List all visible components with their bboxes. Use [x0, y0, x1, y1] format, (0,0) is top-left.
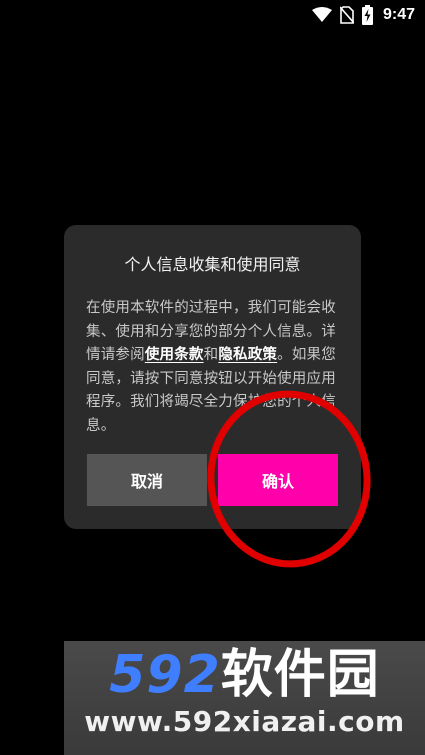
battery-charging-icon [361, 5, 373, 25]
watermark-logo: 592软件园 [64, 645, 425, 705]
wifi-icon [311, 7, 332, 23]
confirm-button[interactable]: 确认 [218, 454, 338, 506]
watermark-logo-number: 592 [109, 645, 221, 705]
consent-dialog: 个人信息收集和使用同意 在使用本软件的过程中，我们可能会收集、使用和分享您的部分… [64, 225, 361, 529]
cancel-button[interactable]: 取消 [87, 454, 207, 506]
watermark-url: www.592xiazai.com [84, 705, 405, 738]
watermark-logo-text: 软件园 [220, 645, 380, 705]
dialog-title: 个人信息收集和使用同意 [124, 255, 301, 274]
status-bar: 9:47 [0, 0, 425, 30]
privacy-policy-link[interactable]: 隐私政策 [218, 347, 277, 363]
dialog-body-conjunction: 和 [203, 347, 219, 364]
terms-link[interactable]: 使用条款 [145, 347, 204, 363]
dialog-body: 在使用本软件的过程中，我们可能会收集、使用和分享您的部分个人信息。详情请参阅使用… [86, 297, 341, 439]
watermark-banner: 592软件园 www.592xiazai.com [64, 641, 425, 755]
no-sim-icon [339, 6, 354, 24]
clock: 9:47 [382, 6, 415, 23]
